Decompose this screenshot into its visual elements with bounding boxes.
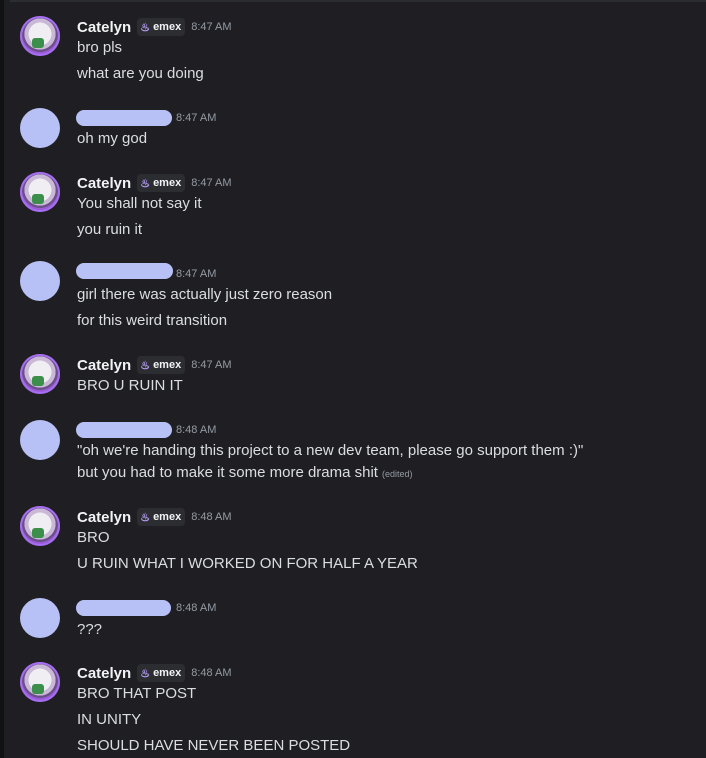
message-text: you ruin it	[77, 221, 143, 238]
divider	[10, 0, 706, 2]
avatar[interactable]	[20, 261, 60, 301]
username[interactable]: Catelyn	[77, 665, 131, 682]
message-text: "oh we're handing this project to a new …	[77, 442, 584, 459]
message-text: what are you doing	[77, 65, 204, 82]
guild-tag[interactable]: ♨ emex	[137, 356, 186, 374]
avatar[interactable]	[20, 172, 60, 212]
dragon-fire-icon: ♨	[140, 359, 151, 372]
guild-tag[interactable]: ♨ emex	[137, 664, 186, 682]
avatar[interactable]	[20, 354, 60, 394]
message-text: BRO	[77, 529, 110, 546]
timestamp[interactable]: 8:47 AM	[176, 268, 216, 280]
guild-tag[interactable]: ♨ emex	[137, 18, 186, 36]
message-text: U RUIN WHAT I WORKED ON FOR HALF A YEAR	[77, 555, 418, 572]
redacted-username	[76, 110, 172, 126]
timestamp[interactable]: 8:48 AM	[191, 667, 231, 679]
username[interactable]: Catelyn	[77, 19, 131, 36]
timestamp[interactable]: 8:47 AM	[191, 21, 231, 33]
message-text: IN UNITY	[77, 711, 142, 728]
message-text-content: but you had to make it some more drama s…	[77, 464, 378, 481]
guild-tag-label: emex	[153, 667, 182, 679]
avatar[interactable]	[20, 598, 60, 638]
message-text: bro pls	[77, 39, 123, 56]
message-text: ???	[77, 621, 103, 638]
guild-tag-label: emex	[153, 359, 182, 371]
message-text: for this weird transition	[77, 312, 228, 329]
dragon-fire-icon: ♨	[140, 667, 151, 680]
message-text: You shall not say it	[77, 195, 202, 212]
message-text: oh my god	[77, 130, 148, 147]
message-text: BRO THAT POST	[77, 685, 197, 702]
message-text: but you had to make it some more drama s…	[77, 463, 413, 484]
redacted-username	[76, 422, 172, 438]
avatar[interactable]	[20, 16, 60, 56]
avatar[interactable]	[20, 108, 60, 148]
scroll-edge	[0, 0, 4, 758]
guild-tag-label: emex	[153, 21, 182, 33]
redacted-username	[76, 600, 171, 616]
guild-tag-label: emex	[153, 177, 182, 189]
timestamp[interactable]: 8:48 AM	[176, 424, 216, 436]
dragon-fire-icon: ♨	[140, 177, 151, 190]
guild-tag[interactable]: ♨ emex	[137, 508, 186, 526]
dragon-fire-icon: ♨	[140, 511, 151, 524]
timestamp[interactable]: 8:48 AM	[191, 511, 231, 523]
dragon-fire-icon: ♨	[140, 21, 151, 34]
redacted-username	[76, 263, 173, 279]
username[interactable]: Catelyn	[77, 357, 131, 374]
guild-tag-label: emex	[153, 511, 182, 523]
edited-label: (edited)	[381, 469, 413, 479]
message-text: BRO U RUIN IT	[77, 377, 183, 394]
avatar[interactable]	[20, 420, 60, 460]
avatar[interactable]	[20, 506, 60, 546]
username[interactable]: Catelyn	[77, 175, 131, 192]
timestamp[interactable]: 8:47 AM	[176, 112, 216, 124]
timestamp[interactable]: 8:47 AM	[191, 177, 231, 189]
avatar[interactable]	[20, 662, 60, 702]
timestamp[interactable]: 8:48 AM	[176, 602, 216, 614]
message-text: SHOULD HAVE NEVER BEEN POSTED	[77, 737, 351, 754]
timestamp[interactable]: 8:47 AM	[191, 359, 231, 371]
username[interactable]: Catelyn	[77, 509, 131, 526]
message-text: girl there was actually just zero reason	[77, 286, 333, 303]
guild-tag[interactable]: ♨ emex	[137, 174, 186, 192]
